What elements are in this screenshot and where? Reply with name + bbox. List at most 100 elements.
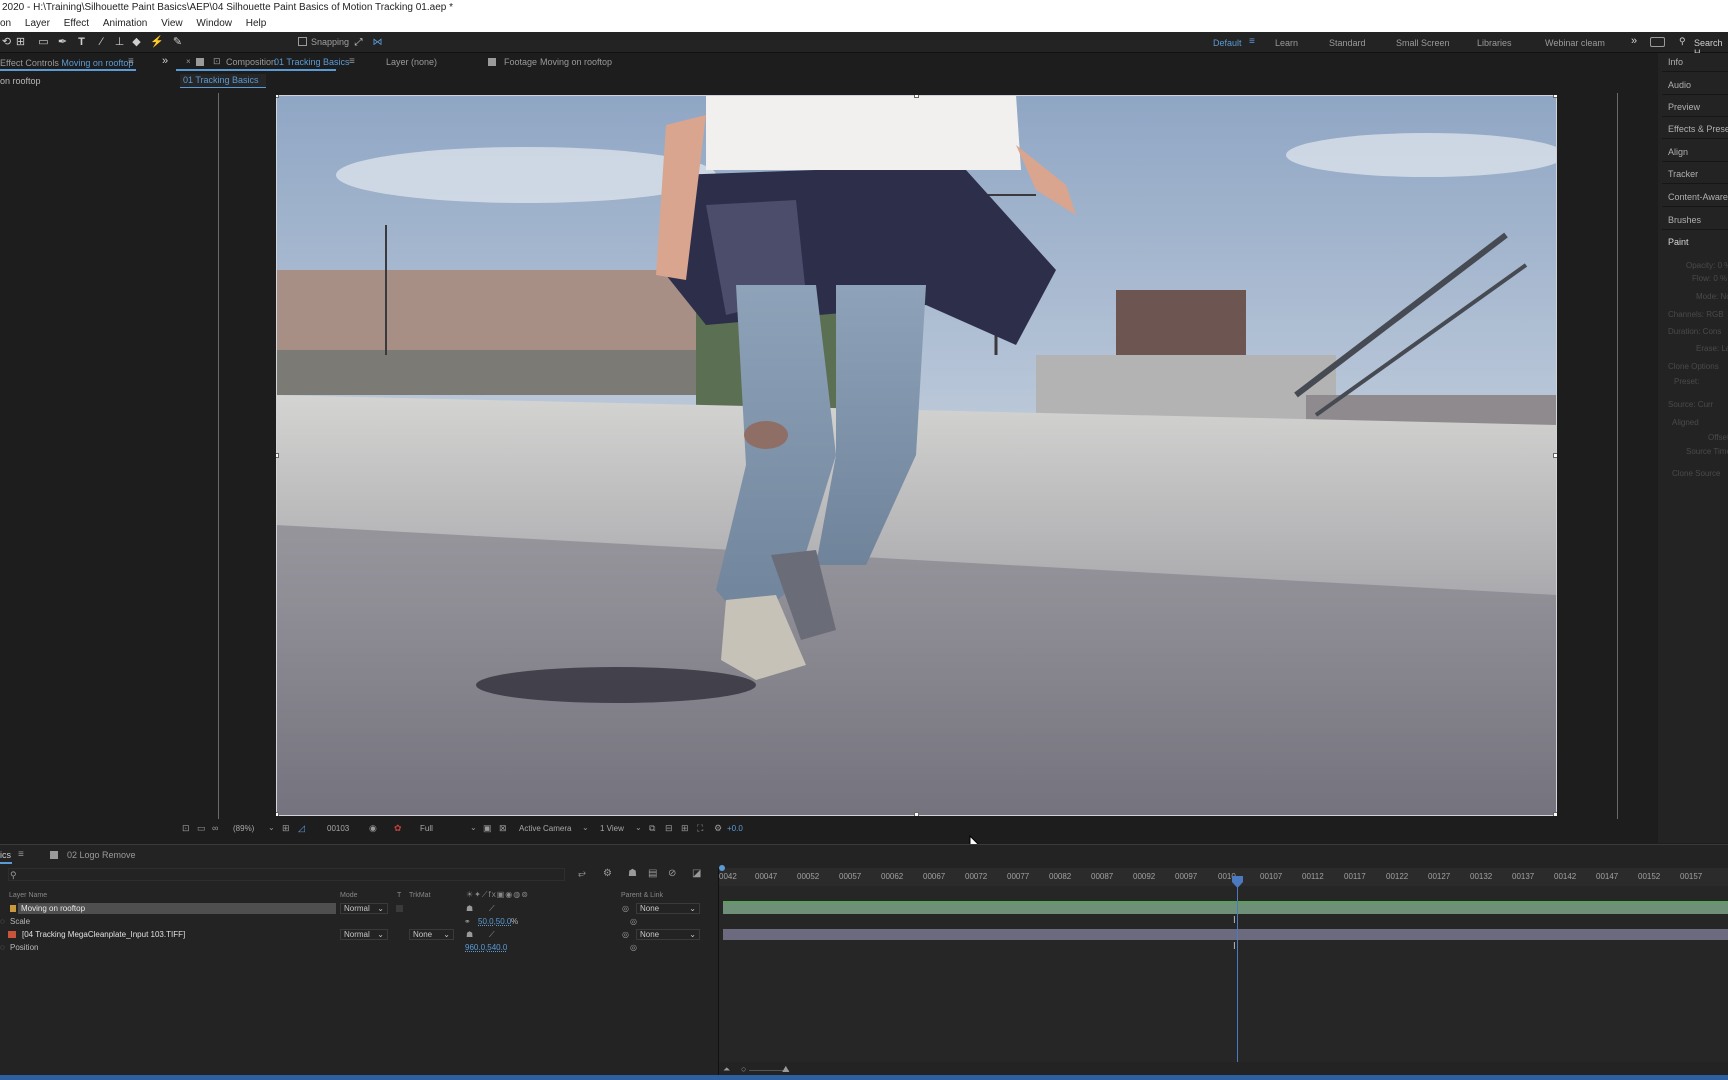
layer-tab[interactable]: Layer (none) xyxy=(386,57,437,67)
scale-value[interactable]: 50.0,50.0 xyxy=(478,915,511,928)
bounds-handle-right[interactable] xyxy=(1553,453,1557,458)
composition-tab-prefix[interactable]: Composition xyxy=(226,57,276,67)
composition-tab-menu-icon[interactable]: ≡ xyxy=(349,56,355,67)
layer-name[interactable]: [04 Tracking MegaCleanplate_Input 103.TI… xyxy=(22,928,185,941)
panel-paint[interactable]: Paint xyxy=(1668,237,1689,247)
timeline-tab-logo-remove[interactable]: 02 Logo Remove xyxy=(67,850,136,860)
snap-grid-icon[interactable]: ⋈ xyxy=(371,36,384,49)
pickwhip-icon[interactable]: ◎ xyxy=(622,928,629,941)
views-dropdown[interactable]: 1 View xyxy=(600,824,624,833)
shy-switch-icon[interactable]: ☗ xyxy=(466,902,473,915)
camera-dropdown[interactable]: Active Camera xyxy=(519,824,571,833)
layer-mode-dropdown[interactable]: Normal ⌄ xyxy=(340,929,388,940)
parent-dropdown[interactable]: None ⌄ xyxy=(636,929,700,940)
menu-item-animation[interactable]: Animation xyxy=(103,16,147,32)
timeline-track-area[interactable]: 0042 00047 00052 00057 00062 00067 00072… xyxy=(718,865,1728,1080)
workspace-small-screen[interactable]: Small Screen xyxy=(1396,38,1450,48)
panel-brushes[interactable]: Brushes xyxy=(1668,215,1701,225)
bounds-handle-top[interactable] xyxy=(914,95,919,98)
zoom-chevron-icon[interactable]: ⌄ xyxy=(268,823,275,832)
workspace-menu-icon[interactable]: ≡ xyxy=(1249,36,1255,47)
column-mode[interactable]: Mode xyxy=(340,892,358,899)
column-trkmat[interactable]: TrkMat xyxy=(409,892,431,899)
pickwhip-icon[interactable]: ◎ xyxy=(622,902,629,915)
panel-menu-icon[interactable]: ≡ xyxy=(128,56,134,67)
shy-switch-icon[interactable]: ☗ xyxy=(466,928,473,941)
more-workspaces-icon[interactable]: » xyxy=(1631,35,1637,47)
menu-item-window[interactable]: Window xyxy=(196,16,232,32)
monitor-icon[interactable]: ▭ xyxy=(197,823,206,834)
transparency-grid-icon[interactable]: ⊠ xyxy=(499,823,507,834)
pickwhip-icon[interactable]: ◎ xyxy=(630,941,637,954)
zoom-out-icon[interactable]: ⏶ xyxy=(723,1064,730,1075)
layer-mode-dropdown[interactable]: Normal ⌄ xyxy=(340,903,388,914)
keyframe-marker[interactable]: I xyxy=(1233,941,1236,952)
preserve-transparency-toggle[interactable] xyxy=(396,905,403,912)
stopwatch-icon[interactable]: ◌ xyxy=(0,941,5,954)
rotate-tool-icon[interactable]: ⟲ xyxy=(0,36,13,49)
clone-stamp-tool-icon[interactable]: ⊥ xyxy=(113,36,126,49)
trkmat-dropdown[interactable]: None ⌄ xyxy=(409,929,454,940)
time-ruler[interactable]: 0042 00047 00052 00057 00062 00067 00072… xyxy=(719,868,1728,886)
workspace-learn[interactable]: Learn xyxy=(1275,38,1298,48)
exposure-value[interactable]: +0.0 xyxy=(727,824,743,833)
workspace-default[interactable]: Default xyxy=(1213,38,1242,48)
always-preview-icon[interactable]: ⊡ xyxy=(182,823,190,834)
panel-tracker[interactable]: Tracker xyxy=(1668,169,1698,179)
quality-switch-icon[interactable]: ⟋ xyxy=(489,928,495,941)
stopwatch-icon[interactable]: ◌ xyxy=(0,915,5,928)
resolution-chevron-icon[interactable]: ⌄ xyxy=(470,823,477,832)
bounds-handle-left[interactable] xyxy=(276,453,279,458)
search-icon[interactable]: ⚲ xyxy=(1679,36,1686,47)
property-row[interactable]: ◌ Position 960.0,540.0 ◎ xyxy=(0,941,718,954)
pen-tool-icon[interactable]: ✒ xyxy=(56,36,69,49)
constrain-proportions-icon[interactable]: ⚭ xyxy=(464,915,471,928)
menu-item-effect[interactable]: Effect xyxy=(64,16,89,32)
current-time-indicator-handle[interactable] xyxy=(1232,876,1243,888)
layer-row[interactable]: [04 Tracking MegaCleanplate_Input 103.TI… xyxy=(0,928,718,941)
snap-edge-icon[interactable]: ⤢ xyxy=(352,36,365,49)
column-parent-link[interactable]: Parent & Link xyxy=(621,892,663,899)
timeline-tab-active[interactable]: ics xyxy=(0,850,11,860)
flowchart-icon[interactable]: ⛶ xyxy=(697,823,703,834)
vr-icon[interactable]: ∞ xyxy=(212,823,218,833)
toggle-pixel-aspect-icon[interactable]: ⧉ xyxy=(649,823,655,834)
camera-chevron-icon[interactable]: ⌄ xyxy=(582,823,589,832)
composition-viewer[interactable] xyxy=(276,95,1557,816)
timeline-tab-menu-icon[interactable]: ≡ xyxy=(18,849,24,860)
layer-duration-bar[interactable] xyxy=(723,929,1728,940)
shy-layers-icon[interactable]: ☗ xyxy=(628,868,637,879)
panel-content-aware[interactable]: Content-Aware xyxy=(1668,192,1728,202)
quality-switch-icon[interactable]: ⟋ xyxy=(489,902,495,915)
pan-behind-tool-icon[interactable]: ⊞ xyxy=(14,36,27,49)
grid-icon[interactable]: ⊞ xyxy=(282,823,290,834)
menu-item-layer[interactable]: Layer xyxy=(25,16,50,32)
composition-breadcrumb[interactable]: 01 Tracking Basics xyxy=(180,74,266,87)
bounds-handle-top-left[interactable] xyxy=(276,95,279,98)
zoom-in-icon[interactable]: ⛰ xyxy=(782,1064,790,1075)
bounds-handle-bottom[interactable] xyxy=(914,812,919,816)
views-chevron-icon[interactable]: ⌄ xyxy=(635,823,642,832)
sync-settings-icon[interactable] xyxy=(1650,37,1665,47)
bounds-handle-top-right[interactable] xyxy=(1553,95,1557,98)
eraser-tool-icon[interactable]: ◆ xyxy=(130,36,143,49)
layer-search-input[interactable] xyxy=(8,868,565,881)
bounds-handle-bottom-right[interactable] xyxy=(1553,812,1557,816)
panel-align[interactable]: Align xyxy=(1668,147,1688,157)
brush-tool-icon[interactable]: ∕ xyxy=(95,36,108,49)
layer-name[interactable]: Moving on rooftop xyxy=(21,902,85,915)
close-tab-icon[interactable]: × xyxy=(186,57,191,66)
footage-tab-name[interactable]: Moving on rooftop xyxy=(540,57,612,67)
workspace-standard[interactable]: Standard xyxy=(1329,38,1366,48)
bounds-handle-bottom-left[interactable] xyxy=(276,812,279,816)
panel-effects-presets[interactable]: Effects & Presets xyxy=(1668,124,1728,134)
zoom-slider-handle[interactable]: ○ xyxy=(741,1064,746,1074)
color-channels-icon[interactable]: ✿ xyxy=(394,823,402,834)
menu-item-file[interactable]: on xyxy=(0,16,11,32)
draft-3d-icon[interactable]: ⚙ xyxy=(603,868,612,879)
panel-audio[interactable]: Audio xyxy=(1668,80,1691,90)
menu-item-view[interactable]: View xyxy=(161,16,183,32)
type-tool-icon[interactable]: T xyxy=(75,36,88,49)
footage-tab-prefix[interactable]: Footage xyxy=(504,57,537,67)
mask-visibility-icon[interactable]: ◿ xyxy=(298,823,305,834)
